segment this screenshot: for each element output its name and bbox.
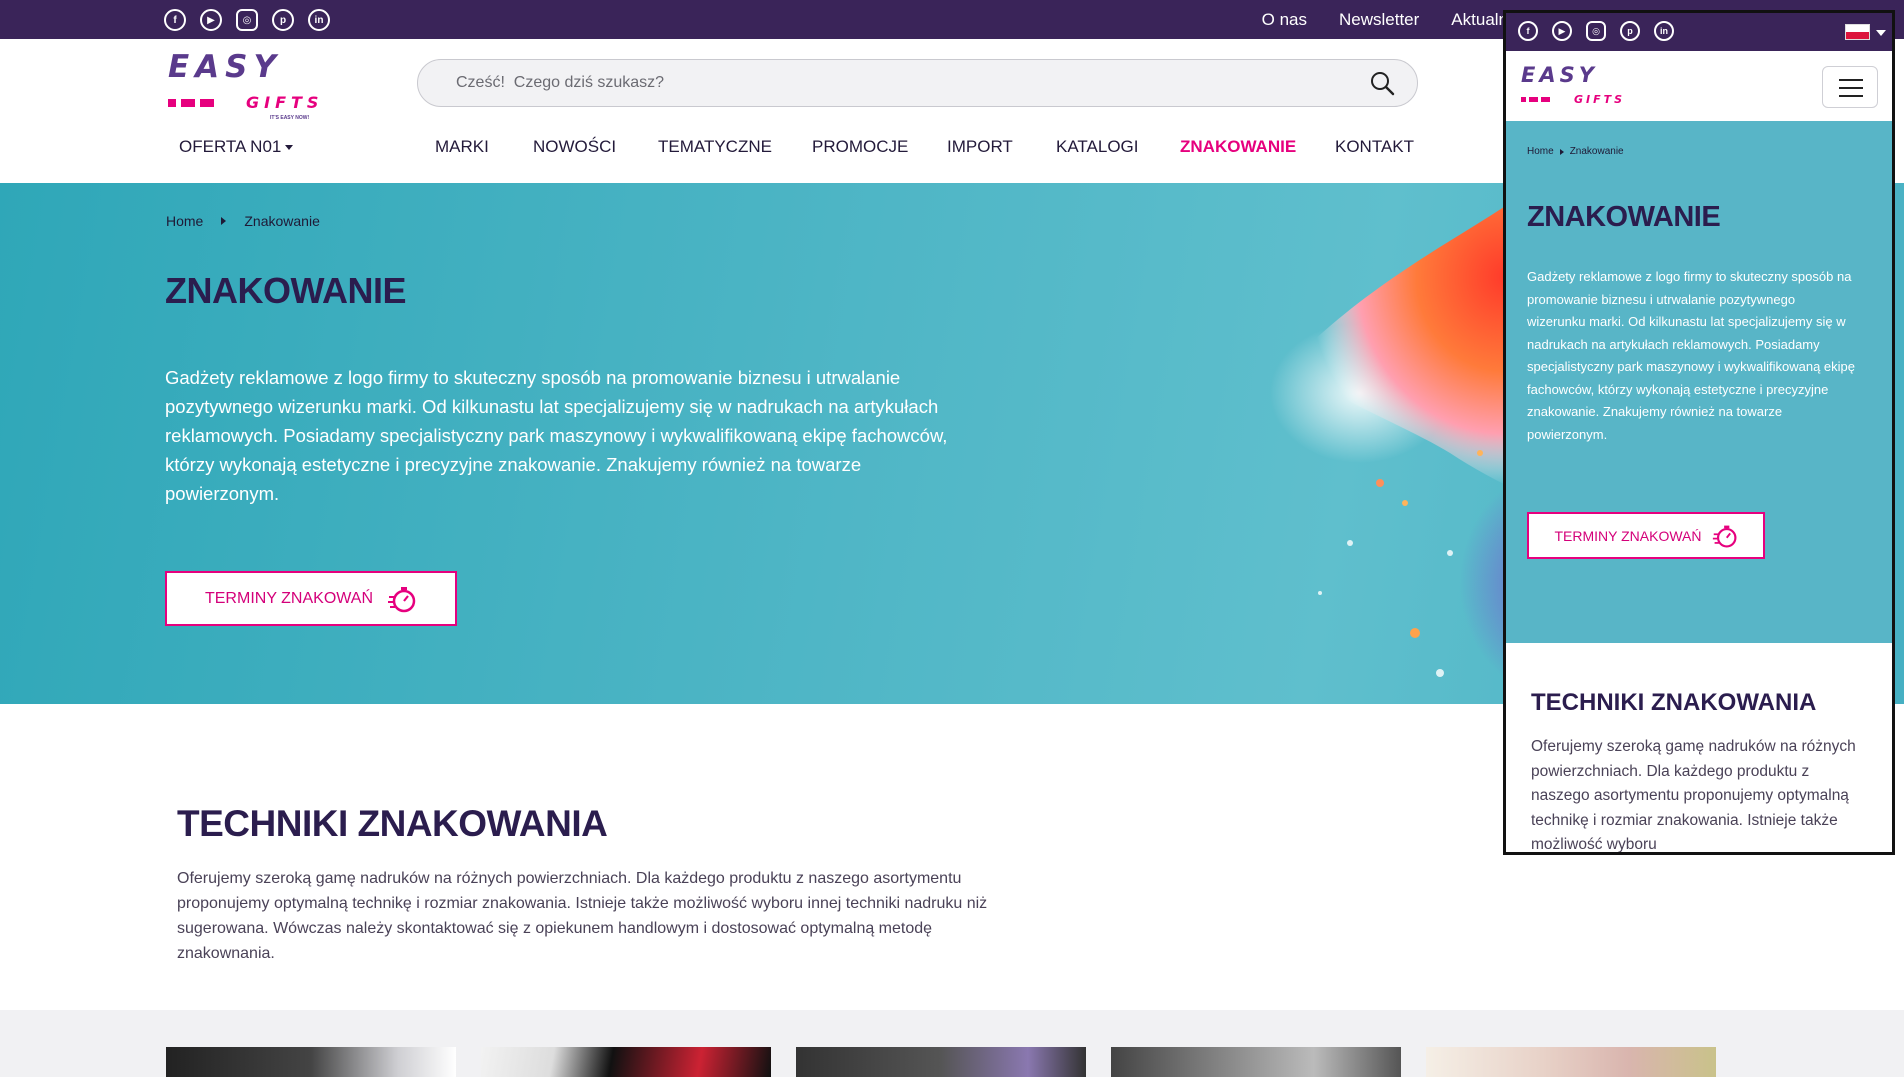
linkedin-icon[interactable]: in (308, 9, 330, 31)
page-title: ZNAKOWANIE (165, 270, 407, 311)
chevron-down-icon (285, 145, 294, 151)
top-links: O nas Newsletter Aktualn (1262, 0, 1508, 39)
logo[interactable]: EASY GIFTS (1520, 63, 1630, 107)
nav-marking[interactable]: ZNAKOWANIE (1180, 137, 1296, 157)
marking-dates-button[interactable]: TERMINY ZNAKOWAŃ (1527, 512, 1765, 559)
breadcrumb-current: Znakowanie (244, 213, 320, 229)
technique-thumbnail[interactable] (1111, 1047, 1401, 1077)
main-nav: OFERTA N01 MARKI NOWOŚCI TEMATYCZNE PROM… (0, 137, 1500, 169)
breadcrumb-home[interactable]: Home (1527, 146, 1554, 157)
techniques-title: TECHNIKI ZNAKOWANIA (1531, 689, 1817, 716)
nav-contact[interactable]: KONTAKT (1335, 137, 1414, 157)
nav-promotions[interactable]: PROMOCJE (812, 137, 908, 157)
stopwatch-icon (388, 586, 416, 612)
nav-new[interactable]: NOWOŚCI (533, 137, 616, 157)
hero-description: Gadżety reklamowe z logo firmy to skutec… (165, 367, 948, 504)
pinterest-icon[interactable]: p (1620, 21, 1640, 41)
top-link-news[interactable]: Aktualn (1451, 10, 1508, 30)
mobile-preview: f ▶ ◎ p in EASY GIFTS Home Znakowanie ZN… (1503, 10, 1895, 855)
search-bar (417, 59, 1418, 107)
technique-thumbnail[interactable] (1426, 1047, 1716, 1077)
nav-offer[interactable]: OFERTA N01 (179, 137, 294, 157)
breadcrumb-current: Znakowanie (1569, 146, 1624, 157)
facebook-icon[interactable]: f (164, 9, 186, 31)
stopwatch-icon (1712, 525, 1736, 547)
youtube-icon[interactable]: ▶ (200, 9, 222, 31)
nav-brands[interactable]: MARKI (435, 137, 489, 157)
top-link-about[interactable]: O nas (1262, 10, 1307, 30)
search-input[interactable] (456, 60, 1336, 106)
instagram-icon[interactable]: ◎ (1586, 21, 1606, 41)
technique-gallery (0, 1010, 1904, 1077)
breadcrumb-home[interactable]: Home (166, 213, 203, 229)
chevron-right-icon (1559, 148, 1564, 155)
logo-squares (1521, 97, 1550, 102)
breadcrumb: Home Znakowanie (166, 213, 320, 229)
technique-thumbnail[interactable] (796, 1047, 1086, 1077)
chevron-down-icon[interactable] (1876, 30, 1886, 36)
logo[interactable]: EASY GIFTS IT'S EASY NOW! (166, 49, 326, 121)
techniques-title: TECHNIKI ZNAKOWANIA (177, 803, 608, 844)
nav-catalogs[interactable]: KATALOGI (1056, 137, 1139, 157)
breadcrumb: Home Znakowanie (1527, 146, 1624, 157)
chevron-right-icon (221, 217, 227, 225)
top-link-newsletter[interactable]: Newsletter (1339, 10, 1419, 30)
youtube-icon[interactable]: ▶ (1552, 21, 1572, 41)
mobile-hero: Home Znakowanie ZNAKOWANIE Gadżety rekla… (1506, 121, 1892, 643)
hero-description: Gadżety reklamowe z logo firmy to skutec… (1527, 269, 1856, 442)
mobile-header: EASY GIFTS (1506, 51, 1892, 121)
nav-import[interactable]: IMPORT (947, 137, 1013, 157)
instagram-icon[interactable]: ◎ (236, 9, 258, 31)
technique-thumbnail[interactable] (166, 1047, 456, 1077)
techniques-description: Oferujemy szeroką gamę nadruków na różny… (177, 870, 988, 962)
language-flag-icon[interactable] (1845, 24, 1870, 40)
page-title: ZNAKOWANIE (1527, 201, 1721, 233)
search-icon[interactable] (1369, 70, 1395, 96)
logo-squares (168, 99, 214, 107)
social-links: f ▶ ◎ p in (164, 9, 330, 31)
nav-thematic[interactable]: TEMATYCZNE (658, 137, 772, 157)
technique-thumbnail[interactable] (481, 1047, 771, 1077)
mobile-techniques-section: TECHNIKI ZNAKOWANIA Oferujemy szeroką ga… (1506, 643, 1892, 853)
mobile-top-bar: f ▶ ◎ p in (1506, 13, 1892, 51)
linkedin-icon[interactable]: in (1654, 21, 1674, 41)
marking-dates-button[interactable]: TERMINY ZNAKOWAŃ (165, 571, 457, 626)
techniques-description: Oferujemy szeroką gamę nadruków na różny… (1531, 738, 1856, 853)
hamburger-menu-icon[interactable] (1822, 66, 1878, 108)
facebook-icon[interactable]: f (1518, 21, 1538, 41)
mobile-social-links: f ▶ ◎ p in (1518, 21, 1674, 41)
pinterest-icon[interactable]: p (272, 9, 294, 31)
